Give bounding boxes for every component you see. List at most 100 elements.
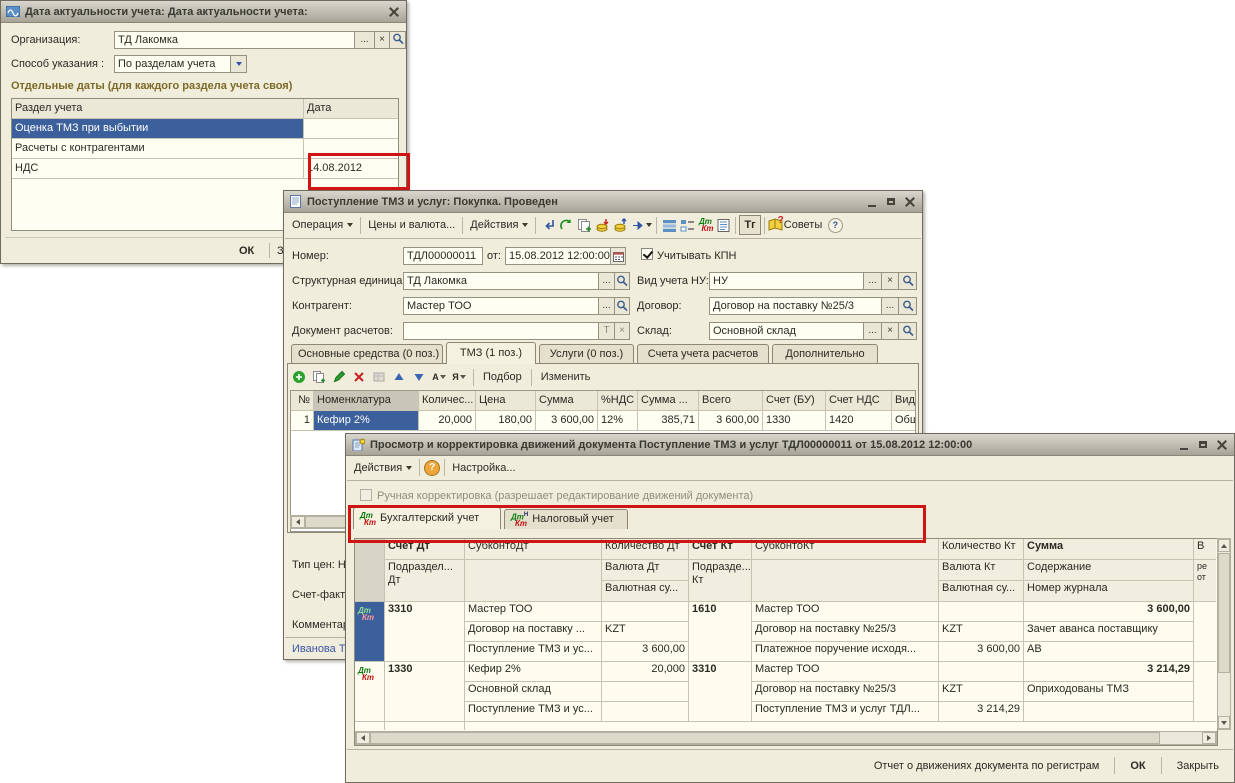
settle-doc-type-button[interactable]: T [598,322,615,340]
win1-titlebar[interactable]: Дата актуальности учета: Дата актуальнос… [1,1,406,23]
close-button[interactable] [902,195,917,209]
register-report-button[interactable]: Отчет о движениях документа по регистрам [870,759,1104,773]
maximize-button[interactable] [1195,438,1210,452]
advice-book-icon[interactable]: ? [768,217,784,234]
cell-qty-kt[interactable] [939,602,1023,622]
advice-button[interactable]: Советы [784,218,826,232]
nu-select-button[interactable]: ... [863,272,882,290]
cell-subconto-kt2[interactable]: Договор на поставку №25/3 [752,622,938,642]
section-cell[interactable]: НДС [12,159,304,179]
pick-button[interactable]: Подбор [479,370,526,384]
cell-currency-dt[interactable] [602,682,688,702]
cell-subconto-kt3[interactable]: Поступление ТМЗ и услуг ТДЛ... [752,702,938,722]
cell-subconto-dt1[interactable]: Мастер ТОО [465,602,601,622]
date-cell[interactable]: 14.08.2012 [304,159,398,179]
column-settings-icon[interactable] [678,217,696,234]
cell-qty[interactable]: 20,000 [419,411,476,431]
date-cell[interactable] [304,139,398,159]
cell-subconto-dt3[interactable]: Поступление ТМЗ и ус... [465,702,601,722]
tab-accounting[interactable]: ДтКт Бухгалтерский учет [353,507,501,529]
goods-out-icon[interactable] [611,217,629,234]
tab-fixed-assets[interactable]: Основные средства (0 поз.) [291,344,443,364]
cell-currency-kt[interactable]: KZT [939,622,1023,642]
scroll-left-button[interactable] [291,516,305,528]
method-combobox[interactable]: По разделам учета [114,55,231,73]
scroll-up-button[interactable] [1218,539,1230,552]
cell-account-dt[interactable]: 1330 [385,662,464,722]
nu-field[interactable]: НУ [709,272,864,290]
cell-subconto-kt2[interactable]: Договор на поставку №25/3 [752,682,938,702]
cell-kind[interactable]: Общ [892,411,915,431]
cell-subconto-kt1[interactable]: Мастер ТОО [752,662,938,682]
minimize-button[interactable] [1176,438,1191,452]
cell-currency-sum-dt[interactable] [602,702,688,722]
postings-vscrollbar[interactable] [1217,538,1231,730]
copy-row-button[interactable] [310,369,328,386]
move-down-button[interactable] [410,369,428,386]
manual-correction-checkbox[interactable] [360,489,372,501]
org-clear-button[interactable]: × [374,31,390,49]
cell-qty-kt[interactable] [939,662,1023,682]
ok-button[interactable]: ОК [1126,759,1149,773]
cell-item[interactable]: Кефир 2% [314,411,419,431]
edit-row-button[interactable] [330,369,348,386]
warehouse-select-button[interactable]: ... [863,322,882,340]
posting-row[interactable]: ДтКт 3310 Мастер ТОО Договор на поставку… [355,602,1217,662]
operation-menu[interactable]: Операция [288,218,357,232]
cell-price[interactable]: 180,00 [476,411,536,431]
cell-subconto-dt2[interactable]: Договор на поставку ... [465,622,601,642]
contract-field[interactable]: Договор на поставку №25/3 [709,297,882,315]
date-field[interactable]: 15.08.2012 12:00:00 [505,247,611,265]
cell-sum[interactable]: 3 214,29 [1024,662,1193,682]
unit-open-button[interactable] [614,272,630,290]
table-row[interactable]: Оценка ТМЗ при выбытии [12,119,398,139]
scroll-right-button[interactable] [1202,732,1216,744]
cell-subconto-dt1[interactable]: Кефир 2% [465,662,601,682]
tab-tmz[interactable]: ТМЗ (1 поз.) [446,342,536,364]
date-cell[interactable] [304,119,398,139]
win2-titlebar[interactable]: Поступление ТМЗ и услуг: Покупка. Провед… [284,191,922,213]
move-up-button[interactable] [390,369,408,386]
cell-content[interactable]: Зачет аванса поставщику [1024,622,1193,642]
items-grid-row[interactable]: 1 Кефир 2% 20,000 180,00 3 600,00 12% 38… [291,411,915,431]
settings-button[interactable]: Настройка... [448,461,519,475]
cell-num[interactable]: 1 [291,411,314,431]
cell-qty-dt[interactable] [602,602,688,622]
nu-open-button[interactable] [898,272,917,290]
number-field[interactable]: ТДЛ00000011 [403,247,483,265]
cell-currency-kt[interactable]: KZT [939,682,1023,702]
actions-menu[interactable]: Действия [350,461,416,475]
org-field[interactable]: ТД Лакомка [114,31,355,49]
close-button[interactable] [1214,438,1229,452]
cell-journal[interactable] [1024,702,1193,722]
totals-toggle-button[interactable]: Тг [739,215,760,235]
calendar-button[interactable] [610,247,626,265]
contractor-field[interactable]: Мастер ТОО [403,297,599,315]
journal-icon[interactable] [714,217,732,234]
cell-currency-sum-kt[interactable]: 3 600,00 [939,642,1023,662]
cell-vat-account[interactable]: 1420 [826,411,892,431]
actions-menu[interactable]: Действия [466,218,532,232]
cell-subconto-kt1[interactable]: Мастер ТОО [752,602,938,622]
minimize-button[interactable] [864,195,879,209]
fill-dropdown-icon[interactable] [629,217,653,234]
cell-subconto-dt2[interactable]: Основной склад [465,682,601,702]
delete-row-button[interactable] [350,369,368,386]
cell-journal[interactable]: АВ [1024,642,1193,662]
settle-doc-field[interactable] [403,322,599,340]
contractor-select-button[interactable]: ... [598,297,615,315]
post-document-icon[interactable] [539,217,557,234]
unit-field[interactable]: ТД Лакомка [403,272,599,290]
change-button[interactable]: Изменить [537,370,595,384]
sort-desc-button[interactable]: Я [450,369,468,386]
sort-asc-button[interactable]: А [430,369,448,386]
cell-subconto-dt3[interactable]: Поступление ТМЗ и ус... [465,642,601,662]
cell-currency-sum-kt[interactable]: 3 214,29 [939,702,1023,722]
cell-vat-pct[interactable]: 12% [598,411,638,431]
warehouse-clear-button[interactable]: × [881,322,899,340]
responsible-user-link[interactable]: Иванова Т. [292,643,347,655]
cell-total[interactable]: 3 600,00 [699,411,763,431]
postings-hscrollbar[interactable] [355,731,1217,745]
cell-qty-dt[interactable]: 20,000 [602,662,688,682]
cell-currency-sum-dt[interactable]: 3 600,00 [602,642,688,662]
